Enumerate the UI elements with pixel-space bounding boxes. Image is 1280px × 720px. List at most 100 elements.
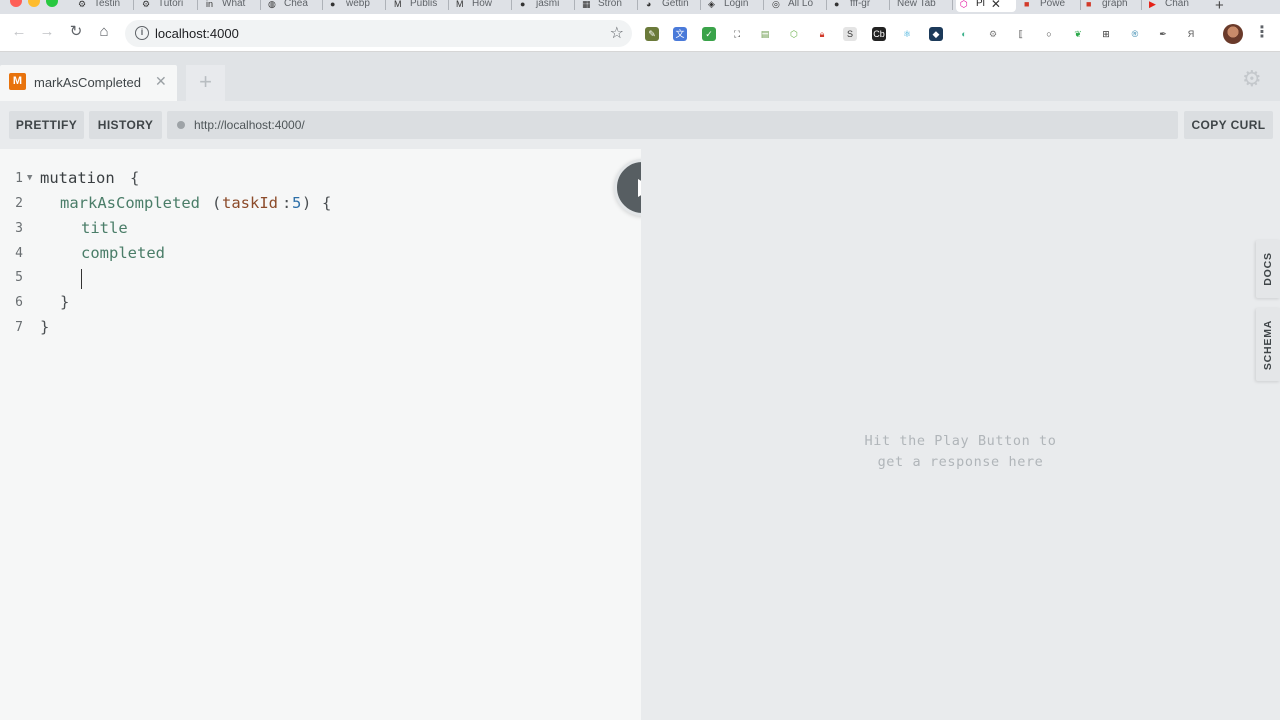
eyedropper-extension-icon[interactable]: ✎ — [645, 27, 659, 41]
cb-extension-icon[interactable]: Cb — [872, 27, 886, 41]
prettify-button[interactable]: PRETTIFY — [9, 111, 84, 139]
gear-icon: ⚙ — [78, 0, 87, 9]
shield-extension-icon[interactable]: ✓ — [702, 27, 716, 41]
browser-tab-active[interactable]: ⬡ Pl ✕ — [956, 0, 1016, 12]
code-line: 4 completed — [15, 244, 165, 262]
gear-extension-icon[interactable]: ⚙ — [986, 27, 1000, 41]
back-button[interactable]: ← — [9, 22, 29, 42]
connection-status-dot — [177, 121, 185, 129]
browser-tab[interactable]: ⚙ Tutori — [142, 0, 192, 12]
hexagon-extension-icon[interactable]: ⬡ — [787, 27, 801, 41]
schema-tab[interactable]: SCHEMA — [1256, 308, 1280, 381]
query-tab[interactable]: M markAsCompleted ✕ — [0, 65, 177, 101]
pen-extension-icon[interactable]: ✒ — [1156, 27, 1170, 41]
screenshot-extension-icon[interactable]: ⛶ — [730, 27, 744, 41]
text-cursor — [81, 269, 82, 289]
add-tab-button[interactable]: + — [186, 65, 225, 101]
rb-extension-icon[interactable]: Я — [1184, 27, 1198, 41]
s-extension-icon[interactable]: S — [843, 27, 857, 41]
translate-extension-icon[interactable]: 文 — [673, 27, 687, 41]
notes-extension-icon[interactable]: ▤ — [758, 27, 772, 41]
browser-toolbar: ← → ↻ ⌂ i localhost:4000 ☆ ✎ 文 ✓ ⛶ ▤ ⬡ 🔒… — [0, 14, 1280, 52]
code-line: 5 — [15, 270, 23, 285]
lock-extension-icon[interactable]: 🔒︎ — [815, 27, 829, 41]
browser-tab[interactable]: ▦ Stron — [582, 0, 632, 12]
leaf-extension-icon[interactable]: ❦ — [1071, 27, 1085, 41]
browser-tab[interactable]: ● webp — [330, 0, 380, 12]
bracket-extension-icon[interactable]: ⟦ — [1014, 27, 1028, 41]
window-close-button[interactable] — [10, 0, 22, 7]
browser-tab[interactable]: ◎ All Lo — [772, 0, 822, 12]
reload-button[interactable]: ↻ — [66, 22, 86, 42]
github-icon: ● — [834, 0, 840, 9]
url-text[interactable]: localhost:4000 — [155, 26, 239, 41]
close-icon[interactable]: ✕ — [155, 73, 167, 90]
query-editor[interactable]: 1 ▼ mutation { 2 markAsCompleted ( taskI… — [0, 149, 641, 720]
browser-tab[interactable]: ■ graph — [1086, 0, 1136, 12]
settings-gear-icon[interactable]: ⚙ — [1242, 66, 1262, 92]
browser-tab[interactable]: ◕ Gettin — [646, 0, 696, 12]
home-button[interactable]: ⌂ — [94, 22, 114, 42]
medium-icon: M — [456, 0, 464, 9]
browser-tab-strip: ⚙ Testin ⚙ Tutori in What ◍ Chea ● webp M Publ… — [0, 0, 1280, 14]
code-line: 3 title — [15, 219, 128, 237]
circle-extension-icon[interactable]: ○ — [1042, 27, 1056, 41]
react-extension-icon[interactable]: ⚛ — [900, 27, 914, 41]
playground-tab-bar: M markAsCompleted ✕ + ⚙ — [0, 52, 1280, 101]
r-extension-icon[interactable]: ® — [1128, 27, 1142, 41]
window-zoom-button[interactable] — [46, 0, 58, 7]
mutation-badge: M — [9, 73, 26, 90]
profile-avatar[interactable] — [1223, 24, 1243, 44]
owl-icon: ◕ — [646, 0, 652, 9]
github-icon: ● — [520, 0, 526, 9]
forward-button[interactable]: → — [37, 22, 57, 42]
copy-curl-button[interactable]: COPY CURL — [1184, 111, 1273, 139]
address-bar[interactable]: i localhost:4000 ☆ — [125, 20, 632, 47]
medium-icon: M — [394, 0, 402, 9]
globe-icon: ◍ — [268, 0, 276, 9]
calculator-extension-icon[interactable]: ⊞ — [1099, 27, 1113, 41]
browser-tab[interactable]: ◍ Chea — [268, 0, 318, 12]
playground-toolbar: PRETTIFY HISTORY http://localhost:4000/ … — [0, 101, 1280, 149]
browser-tab[interactable]: M Publis — [394, 0, 444, 12]
query-tab-title[interactable]: markAsCompleted — [34, 75, 141, 90]
browser-menu-icon[interactable]: ⋮ — [1254, 22, 1270, 42]
history-button[interactable]: HISTORY — [89, 111, 162, 139]
grid-extension-icon[interactable]: ◆ — [929, 27, 943, 41]
pdf-icon: ■ — [1024, 0, 1030, 9]
result-pane: Hit the Play Button to get a response he… — [641, 149, 1280, 720]
docs-tab[interactable]: DOCS — [1256, 240, 1280, 298]
result-placeholder: Hit the Play Button to get a response he… — [864, 433, 1057, 470]
browser-tab[interactable]: in What — [206, 0, 256, 12]
browser-tab[interactable]: ◈ Login — [708, 0, 758, 12]
github-icon: ● — [330, 0, 336, 9]
browser-tab[interactable]: ▶ Chan — [1149, 0, 1199, 12]
bookmark-star-icon[interactable]: ☆ — [610, 23, 624, 43]
grid-icon: ▦ — [582, 0, 591, 9]
youtube-icon: ▶ — [1149, 0, 1156, 9]
code-line: 2 markAsCompleted ( taskId : 5 ) { — [15, 194, 332, 212]
browser-tab[interactable]: M How — [456, 0, 506, 12]
tab-close-icon[interactable]: ✕ — [991, 0, 1001, 10]
new-tab-button[interactable]: + — [1215, 0, 1224, 14]
browser-tab[interactable]: ⚙ Testin — [78, 0, 128, 12]
fold-arrow-icon[interactable]: ▼ — [27, 166, 32, 191]
codesandbox-icon: ◈ — [708, 0, 715, 9]
browser-tab[interactable]: ● jasmi — [520, 0, 570, 12]
vue-extension-icon[interactable]: ◐ — [957, 27, 971, 41]
endpoint-url[interactable]: http://localhost:4000/ — [194, 118, 305, 132]
code-line: 7 } — [15, 318, 50, 336]
linkedin-icon: in — [206, 0, 214, 9]
browser-tab[interactable]: New Tab — [897, 0, 949, 12]
endpoint-input[interactable]: http://localhost:4000/ — [167, 111, 1178, 139]
gear-icon: ⚙ — [142, 0, 151, 9]
browser-tab[interactable]: ● fff-gr — [834, 0, 884, 12]
pdf-icon: ■ — [1086, 0, 1092, 9]
graphql-icon: ⬡ — [960, 0, 968, 9]
code-line: 1 ▼ mutation { — [0, 166, 641, 191]
info-icon[interactable]: i — [135, 26, 149, 40]
code-line: 6 } — [15, 293, 70, 311]
circle-icon: ◎ — [772, 0, 780, 9]
browser-tab[interactable]: ■ Powe — [1024, 0, 1076, 12]
window-minimize-button[interactable] — [28, 0, 40, 7]
